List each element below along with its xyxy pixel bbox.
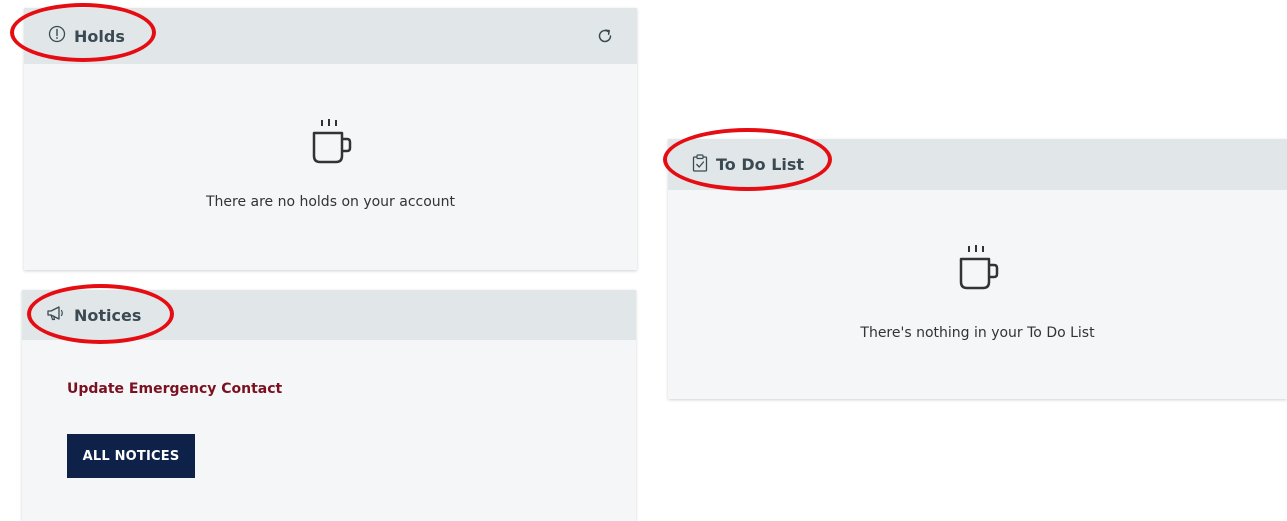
coffee-mug-icon — [310, 118, 352, 170]
all-notices-button[interactable]: ALL NOTICES — [67, 434, 195, 478]
holds-title: Holds — [74, 26, 125, 46]
notices-header: Notices — [22, 290, 636, 340]
refresh-icon[interactable] — [595, 26, 615, 46]
notices-card: Notices Update Emergency Contact ALL NOT… — [22, 290, 636, 521]
megaphone-icon — [46, 304, 66, 326]
todo-header: To Do List — [668, 139, 1287, 190]
todo-empty-message: There's nothing in your To Do List — [860, 325, 1095, 341]
holds-empty-message: There are no holds on your account — [205, 194, 456, 210]
exclamation-circle-icon — [48, 25, 66, 47]
holds-card: Holds There are no holds on your account — [24, 8, 637, 270]
clipboard-check-icon — [692, 153, 708, 176]
todo-card: To Do List There's nothing in your To Do… — [668, 139, 1287, 399]
todo-title: To Do List — [716, 155, 805, 174]
coffee-mug-icon — [957, 244, 999, 296]
notices-title: Notices — [74, 305, 142, 325]
update-emergency-contact-link[interactable]: Update Emergency Contact — [67, 381, 282, 397]
holds-header: Holds — [24, 8, 637, 64]
